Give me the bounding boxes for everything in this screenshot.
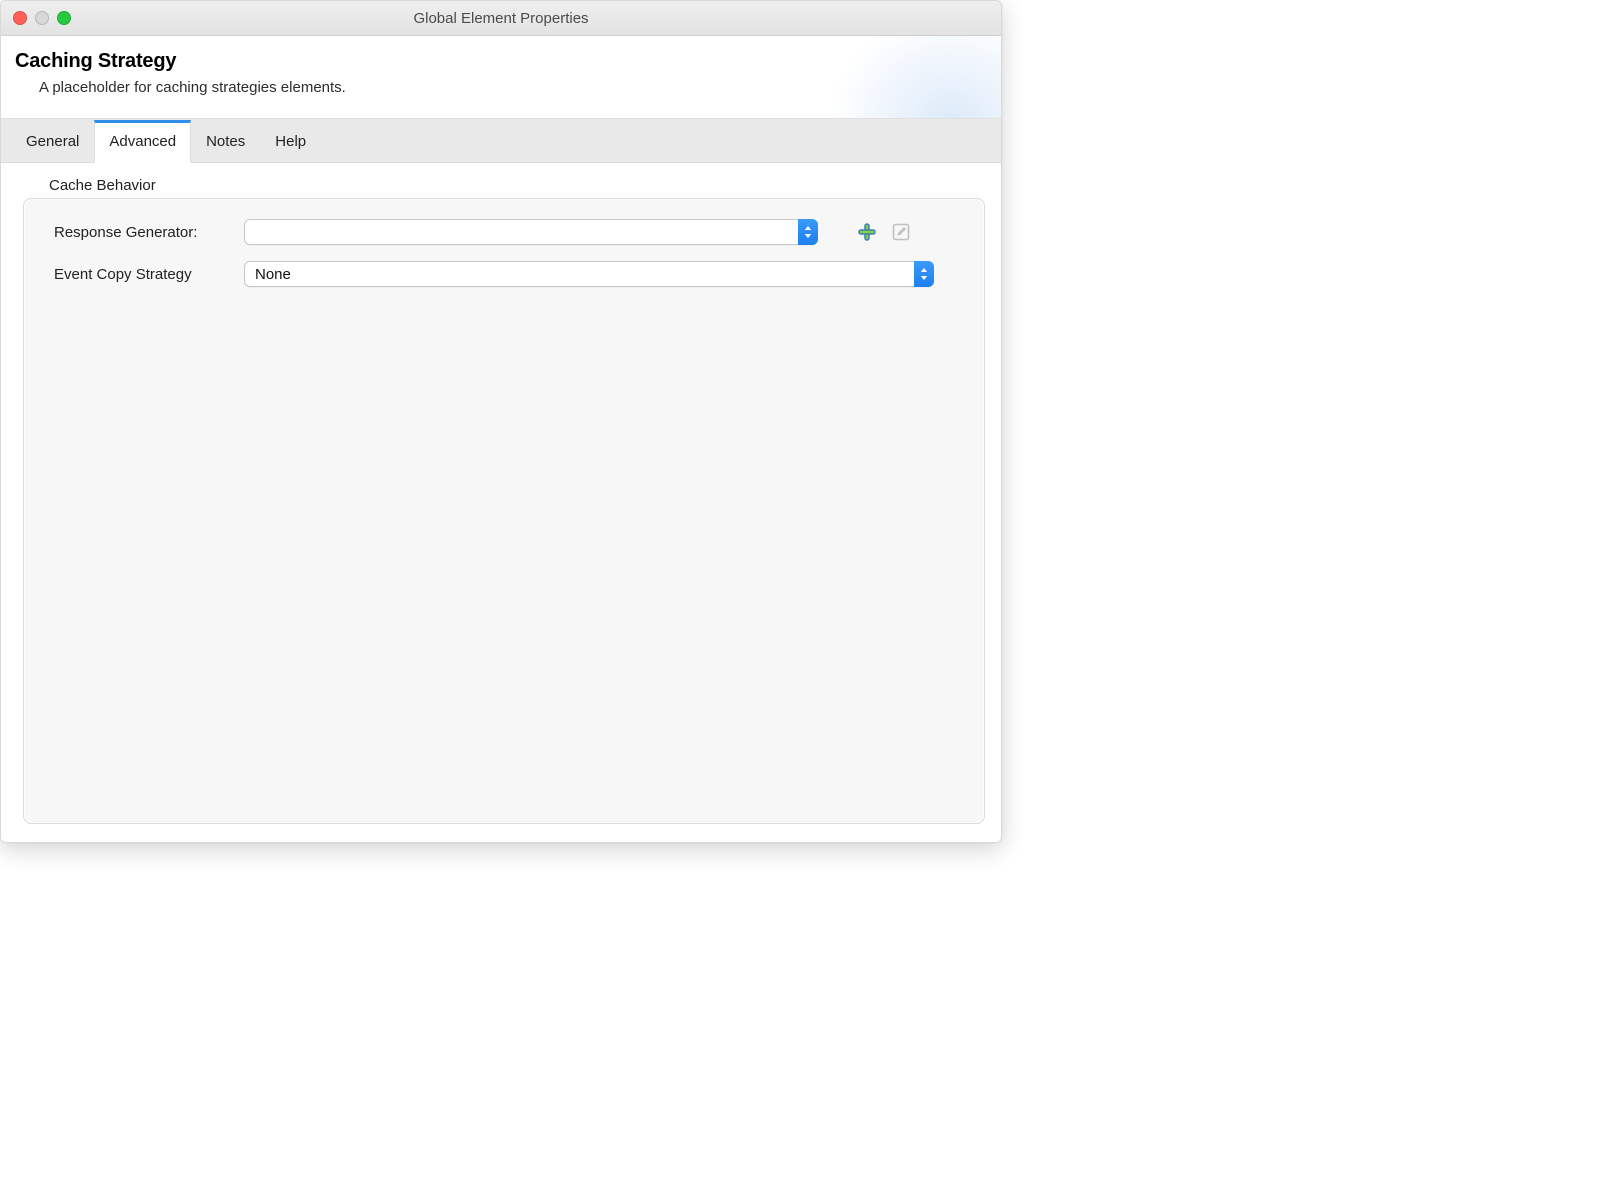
label-event-copy-strategy: Event Copy Strategy bbox=[54, 266, 232, 283]
tab-notes[interactable]: Notes bbox=[191, 120, 260, 163]
minimize-window-button[interactable] bbox=[35, 11, 49, 25]
group-title-cache-behavior: Cache Behavior bbox=[49, 177, 985, 194]
label-response-generator: Response Generator: bbox=[54, 224, 232, 241]
tab-content-advanced: Cache Behavior Response Generator: bbox=[1, 163, 1001, 842]
tab-advanced[interactable]: Advanced bbox=[94, 120, 191, 163]
header-gradient bbox=[811, 36, 1001, 119]
tab-help[interactable]: Help bbox=[260, 120, 321, 163]
page-description: A placeholder for caching strategies ele… bbox=[39, 79, 987, 96]
tab-general[interactable]: General bbox=[11, 120, 94, 163]
dialog-window: Global Element Properties Caching Strate… bbox=[0, 0, 1002, 843]
select-stepper-icon bbox=[798, 219, 818, 245]
row-event-copy-strategy: Event Copy Strategy None bbox=[54, 259, 962, 289]
group-box-cache-behavior: Response Generator: bbox=[23, 198, 985, 824]
tab-bar: General Advanced Notes Help bbox=[1, 119, 1001, 163]
zoom-window-button[interactable] bbox=[57, 11, 71, 25]
edit-button[interactable] bbox=[890, 221, 912, 243]
add-icon bbox=[857, 222, 877, 242]
response-generator-select[interactable] bbox=[244, 219, 818, 245]
close-window-button[interactable] bbox=[13, 11, 27, 25]
edit-icon bbox=[892, 223, 910, 241]
window-controls bbox=[13, 11, 71, 25]
select-stepper-icon bbox=[914, 261, 934, 287]
window-title: Global Element Properties bbox=[1, 10, 1001, 27]
dialog-header: Caching Strategy A placeholder for cachi… bbox=[1, 36, 1001, 119]
row-response-generator: Response Generator: bbox=[54, 217, 962, 247]
event-copy-strategy-select[interactable]: None bbox=[244, 261, 934, 287]
page-title: Caching Strategy bbox=[15, 50, 987, 73]
event-copy-strategy-value: None bbox=[255, 266, 291, 283]
add-button[interactable] bbox=[856, 221, 878, 243]
titlebar: Global Element Properties bbox=[1, 1, 1001, 36]
